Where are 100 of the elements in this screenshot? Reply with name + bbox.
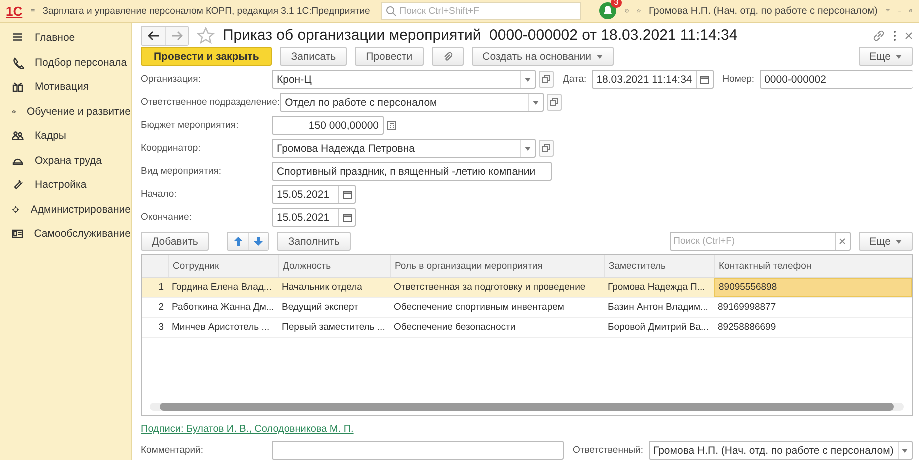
field-label: Комментарий:	[141, 445, 204, 456]
select-field[interactable]: Громова Надежда Петровна	[272, 139, 536, 158]
right-arrow-icon	[171, 30, 183, 40]
open-button[interactable]	[547, 94, 562, 111]
star-icon[interactable]	[197, 26, 215, 44]
signatures-link[interactable]: Подписи: Булатов И. В., Солодовникова М. П.	[141, 424, 354, 435]
comment-field[interactable]	[272, 441, 564, 460]
open-icon	[550, 98, 560, 107]
field-label: Дата:	[563, 74, 587, 85]
down-arrow-icon	[254, 237, 264, 246]
back-button[interactable]	[142, 26, 165, 44]
link-icon[interactable]	[873, 30, 885, 42]
more-button[interactable]: Еще	[858, 232, 913, 251]
toolbar-button[interactable]: Записать	[280, 47, 348, 66]
table-cell-text: Боровой Дмитрий Ва...	[607, 321, 710, 335]
move-up-button[interactable]	[228, 233, 248, 250]
more-button[interactable]: Еще	[858, 47, 913, 66]
calculator-icon[interactable]	[387, 120, 397, 130]
field-label: Номер:	[722, 74, 755, 85]
add-button[interactable]: Добавить	[141, 232, 210, 251]
close-icon[interactable]	[905, 32, 913, 40]
open-icon	[542, 144, 551, 153]
date-field[interactable]: 15.05.2021	[272, 185, 356, 204]
field-label: Координатор:	[141, 143, 202, 154]
text-field[interactable]: Спортивный праздник, п вященный -летию компании	[272, 162, 552, 181]
table-cell-text: Ответственная за подготовку и проведение	[393, 281, 587, 295]
sidebar-item[interactable]: Мотивация	[0, 75, 131, 100]
more-icon[interactable]	[893, 30, 897, 42]
date-field[interactable]: 15.05.2021	[272, 208, 356, 227]
field-label: Вид мероприятия:	[141, 166, 223, 177]
fill-button[interactable]: Заполнить	[277, 232, 351, 251]
table-row[interactable]: 3 Минчев Аристотель ... Первый заместитель ... Обеспечение безопасности Боровой Дмитрий Ва... 89258886699	[142, 318, 912, 338]
field-label: Ответственное подразделение:	[141, 97, 280, 108]
table-cell-text: Ведущий эксперт	[281, 301, 360, 315]
table-cell: 89095556898	[714, 278, 912, 297]
paperclip-icon	[442, 52, 453, 62]
row-number: 1	[158, 281, 165, 295]
row-number: 2	[158, 301, 165, 315]
column-header[interactable]: Контактный телефон	[714, 255, 912, 277]
notification-bell-icon[interactable]	[598, 2, 617, 20]
post-and-close-button[interactable]: Провести и закрыть	[141, 47, 272, 66]
caret-icon[interactable]	[525, 78, 531, 82]
table-cell-text: Работкина Жанна Дм...	[171, 301, 276, 315]
user-name[interactable]: Громова Н.П. (Нач. отд. по работе с персоналом)	[648, 6, 878, 16]
column-header[interactable]: Сотрудник	[168, 255, 278, 277]
left-arrow-icon	[148, 30, 160, 40]
field-label: Бюджет мероприятия:	[141, 120, 240, 131]
number-field[interactable]: 150 000,00000	[272, 116, 384, 135]
sidebar-item[interactable]: Настройка	[0, 173, 131, 198]
caret-icon	[896, 54, 902, 58]
clear-icon[interactable]	[839, 238, 846, 245]
move-down-button[interactable]	[248, 233, 268, 250]
calendar-icon[interactable]	[342, 190, 352, 198]
attach-button[interactable]	[432, 47, 464, 66]
date-field[interactable]: 18.03.2021 11:14:34	[592, 70, 714, 89]
caret-icon[interactable]	[525, 146, 531, 150]
create-based-on-button[interactable]: Создать на основании	[472, 47, 614, 66]
caret-icon[interactable]	[533, 100, 540, 104]
open-button[interactable]	[539, 140, 554, 157]
sidebar-item[interactable]: Кадры	[0, 124, 131, 148]
sidebar-item[interactable]: Охрана труда	[0, 148, 131, 173]
section-icon	[12, 56, 24, 69]
table-cell-text: Начальник отдела	[281, 281, 364, 295]
caret-icon[interactable]	[902, 448, 908, 452]
section-icon	[12, 130, 24, 142]
caret-icon	[596, 54, 603, 58]
table-cell-text: Минчев Аристотель ...	[171, 321, 271, 335]
field-label: Начало:	[141, 189, 178, 200]
calendar-icon[interactable]	[342, 214, 352, 222]
table-row[interactable]: 2 Работкина Жанна Дм... Ведущий эксперт Обеспечение спортивным инвентарем Базин Антон Владим... 89169998877	[142, 298, 912, 318]
table-cell-text: Базин Антон Владим...	[607, 301, 710, 315]
open-button[interactable]	[539, 71, 554, 88]
up-arrow-icon	[234, 237, 243, 246]
number-field[interactable]: 0000-000002	[760, 70, 913, 89]
section-icon	[12, 179, 24, 192]
toolbar-button[interactable]: Провести	[355, 47, 424, 66]
column-header[interactable]: Роль в организации мероприятия	[390, 255, 604, 277]
app-logo: 1С	[6, 4, 23, 18]
field-label: Ответственный:	[573, 445, 644, 456]
select-field[interactable]: Громова Н.П. (Нач. отд. по работе с персоналом)	[648, 441, 913, 460]
field-label: Организация:	[141, 74, 202, 85]
section-icon	[12, 228, 24, 240]
sidebar-item[interactable]: Главное	[0, 26, 131, 50]
select-field[interactable]: Отдел по работе с персоналом	[280, 93, 544, 112]
select-field[interactable]: Крон-Ц	[272, 70, 536, 89]
document-title: Приказ об организации мероприятий 0000-000002 от 18.03.2021 11:14:34	[223, 27, 739, 44]
sidebar-item[interactable]: Самообслуживание	[0, 222, 131, 246]
table-cell-text: Громова Надежда П...	[607, 281, 706, 295]
horizontal-scrollbar[interactable]	[150, 403, 904, 411]
column-header[interactable]: Заместитель	[604, 255, 714, 277]
calendar-icon[interactable]	[700, 76, 710, 84]
table-cell-text: 89258886699	[717, 321, 778, 335]
sidebar-item[interactable]: Администрирование	[0, 198, 131, 222]
column-header[interactable]: Должность	[278, 255, 390, 277]
sidebar-item[interactable]: Обучение и развитие	[0, 100, 131, 124]
table-row[interactable]: 1 Гордина Елена Влад... Начальник отдела Ответственная за подготовку и проведение Громова Надежда П... 89095556898	[142, 278, 912, 298]
row-number: 3	[158, 321, 165, 335]
sidebar-item[interactable]: Подбор персонала	[0, 50, 131, 75]
caret-icon	[896, 240, 902, 244]
search-icon	[386, 6, 397, 16]
